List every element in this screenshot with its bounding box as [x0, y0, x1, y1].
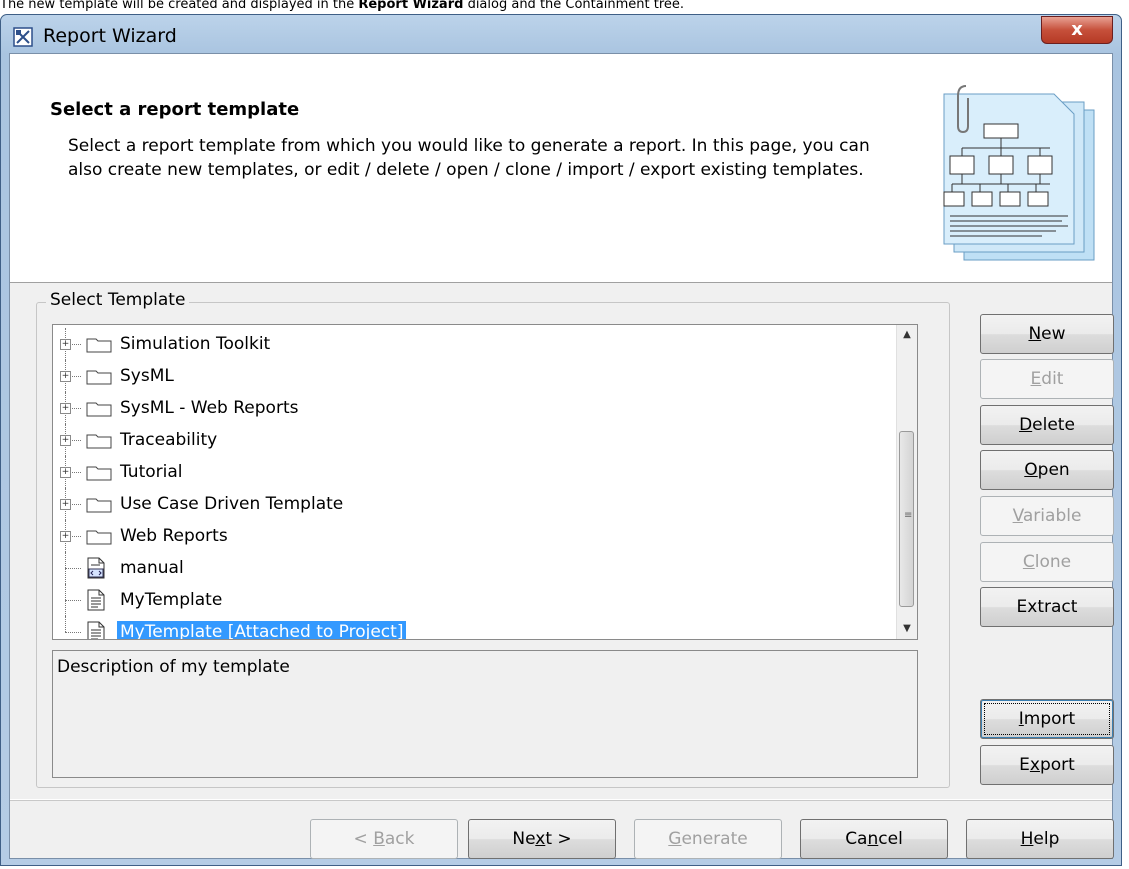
tree-item-label: Traceability: [120, 430, 218, 450]
tree-item-label: MyTemplate [Attached to Project]: [117, 621, 407, 639]
expand-plus-icon[interactable]: +: [60, 371, 71, 382]
tree-item[interactable]: + Use Case Driven Template: [53, 488, 897, 520]
tree-item[interactable]: manual: [53, 552, 897, 584]
import-button[interactable]: Import: [980, 699, 1114, 739]
caption-pre: The new template will be created and dis…: [0, 0, 359, 12]
tree-item[interactable]: MyTemplate: [53, 584, 897, 616]
help-button[interactable]: Help: [966, 819, 1114, 859]
folder-icon: [86, 497, 112, 517]
tree-item[interactable]: + Traceability: [53, 424, 897, 456]
scrollbar-grip-icon: ≡: [904, 510, 913, 521]
tree-item-label: SysML: [120, 366, 174, 386]
wizard-header: Select a report template Select a report…: [10, 54, 1112, 283]
next-button[interactable]: Next >: [468, 819, 616, 859]
variable-button[interactable]: Variable: [980, 496, 1114, 536]
delete-button[interactable]: Delete: [980, 405, 1114, 445]
scrollbar-thumb[interactable]: ≡: [899, 431, 914, 607]
tree-connector: [65, 600, 81, 601]
tree-item-label: Tutorial: [120, 462, 183, 482]
template-tree[interactable]: + Simulation Toolkit + SysML + SysML - Web Re…: [52, 324, 918, 640]
caption-bold: Report Wizard: [358, 0, 464, 12]
caption-post: dialog and the Containment tree.: [463, 0, 685, 12]
tree-item-label: SysML - Web Reports: [120, 398, 299, 418]
expand-plus-icon[interactable]: +: [60, 531, 71, 542]
folder-icon: [86, 433, 112, 453]
tree-item[interactable]: MyTemplate [Attached to Project]: [53, 616, 897, 639]
folder-icon: [86, 369, 112, 389]
report-wizard-window: Report Wizard x Select a report template…: [0, 14, 1122, 866]
tree-item-label: Simulation Toolkit: [120, 334, 271, 354]
tree-item-label: manual: [120, 558, 184, 578]
page-title: Select a report template: [50, 99, 300, 120]
tree-item[interactable]: + Tutorial: [53, 456, 897, 488]
template-description: Description of my template: [52, 650, 918, 778]
tree-item-label: Use Case Driven Template: [120, 494, 344, 514]
folder-icon: [86, 337, 112, 357]
back-button[interactable]: < Back: [310, 819, 458, 859]
expand-plus-icon[interactable]: +: [60, 403, 71, 414]
folder-icon: [86, 465, 112, 485]
clone-button[interactable]: Clone: [980, 542, 1114, 582]
expand-plus-icon[interactable]: +: [60, 435, 71, 446]
edit-button[interactable]: Edit: [980, 359, 1114, 399]
open-button[interactable]: Open: [980, 450, 1114, 490]
document-icon: [86, 589, 106, 615]
tree-connector: [65, 616, 66, 632]
tree-connector: [65, 632, 81, 633]
wizard-footer: < Back Next > Generate Cancel Help: [10, 800, 1114, 859]
scroll-up-arrow-icon[interactable]: ▲: [897, 325, 917, 345]
window-title: Report Wizard: [43, 25, 177, 47]
generate-button[interactable]: Generate: [634, 819, 782, 859]
select-template-label: Select Template: [46, 290, 190, 310]
folder-icon: [86, 529, 112, 549]
tree-scrollbar[interactable]: ▲ ≡ ▼: [896, 325, 917, 639]
report-template-illustration: [943, 85, 1095, 261]
new-button[interactable]: New: [980, 314, 1114, 354]
tree-item-label: Web Reports: [120, 526, 228, 546]
cancel-button[interactable]: Cancel: [800, 819, 948, 859]
tree-item[interactable]: + Web Reports: [53, 520, 897, 552]
expand-plus-icon[interactable]: +: [60, 467, 71, 478]
template-tree-items: + Simulation Toolkit + SysML + SysML - Web Re…: [53, 325, 897, 639]
scroll-down-arrow-icon[interactable]: ▼: [897, 619, 917, 639]
document-icon: [86, 621, 106, 639]
close-button[interactable]: x: [1041, 16, 1113, 44]
report-wizard-icon: [13, 27, 33, 47]
folder-icon: [86, 401, 112, 421]
page-description: Select a report template from which you …: [68, 136, 870, 180]
xml-document-icon: [86, 557, 106, 583]
dialog-client: Select a report template Select a report…: [9, 53, 1114, 859]
tree-item-label: MyTemplate: [120, 590, 223, 610]
tree-connector: [65, 568, 81, 569]
expand-plus-icon[interactable]: +: [60, 499, 71, 510]
tree-item[interactable]: + Simulation Toolkit: [53, 328, 897, 360]
expand-plus-icon[interactable]: +: [60, 339, 71, 350]
export-button[interactable]: Export: [980, 745, 1114, 785]
extract-button[interactable]: Extract: [980, 587, 1114, 627]
tree-item[interactable]: + SysML: [53, 360, 897, 392]
tree-item[interactable]: + SysML - Web Reports: [53, 392, 897, 424]
